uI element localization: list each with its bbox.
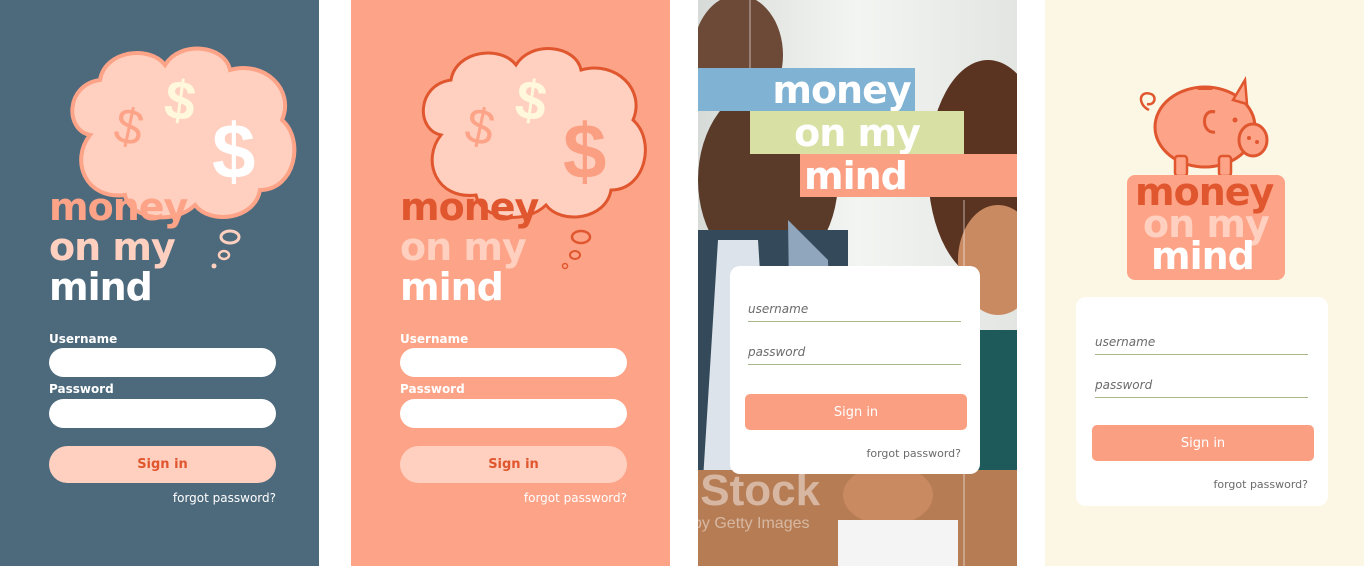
logo-line-2: on my (400, 225, 527, 269)
username-field[interactable]: username (1095, 331, 1308, 355)
password-field[interactable]: password (1095, 374, 1308, 398)
logo-line-3: mind (49, 265, 153, 309)
forgot-password-link[interactable]: forgot password? (173, 491, 276, 505)
login-screen-salmon: $ $ $ money on my mind Username Password… (351, 0, 670, 566)
username-field[interactable] (49, 348, 276, 377)
dollar-sign-icon: $ (212, 107, 255, 195)
piggy-bank-icon (1139, 76, 1269, 178)
logo-line-2: on my (794, 110, 921, 155)
logo-line-3: mind (1151, 234, 1255, 278)
dollar-sign-icon: $ (563, 107, 606, 195)
password-label: Password (49, 382, 114, 396)
forgot-password-link[interactable]: forgot password? (1213, 478, 1308, 491)
password-field[interactable] (49, 399, 276, 428)
logo-band-green: on my (750, 110, 964, 155)
password-field[interactable] (400, 399, 627, 428)
username-field[interactable]: username (748, 298, 961, 322)
signin-button[interactable]: Sign in (745, 394, 967, 430)
forgot-password-link[interactable]: forgot password? (866, 447, 961, 460)
logo-band-salmon: mind (800, 153, 1017, 198)
logo-line-1: money (400, 185, 539, 229)
logo-line-1: money (49, 185, 188, 229)
watermark-subtext: by Getty Images (698, 515, 810, 532)
login-screen-slate: $ $ $ money on my mind Username Password… (0, 0, 319, 566)
logo-line-1: money (772, 67, 911, 112)
login-card: username password Sign in forgot passwor… (1076, 297, 1328, 506)
signin-button[interactable]: Sign in (1092, 425, 1314, 461)
signin-button[interactable]: Sign in (400, 446, 627, 483)
username-label: Username (49, 332, 118, 346)
username-label: Username (400, 332, 469, 346)
username-field[interactable] (400, 348, 627, 377)
login-card: username password Sign in forgot passwor… (730, 266, 980, 474)
login-screen-photo: iStock by Getty Images money on my mind … (698, 0, 1017, 566)
login-screen-cream: money on my mind username password Sign … (1045, 0, 1364, 566)
forgot-password-link[interactable]: forgot password? (524, 491, 627, 505)
password-field[interactable]: password (748, 341, 961, 365)
logo-line-2: on my (49, 225, 176, 269)
logo-band-blue: money (698, 67, 915, 112)
logo-line-3: mind (804, 153, 908, 198)
password-label: Password (400, 382, 465, 396)
logo-line-3: mind (400, 265, 504, 309)
signin-button[interactable]: Sign in (49, 446, 276, 483)
